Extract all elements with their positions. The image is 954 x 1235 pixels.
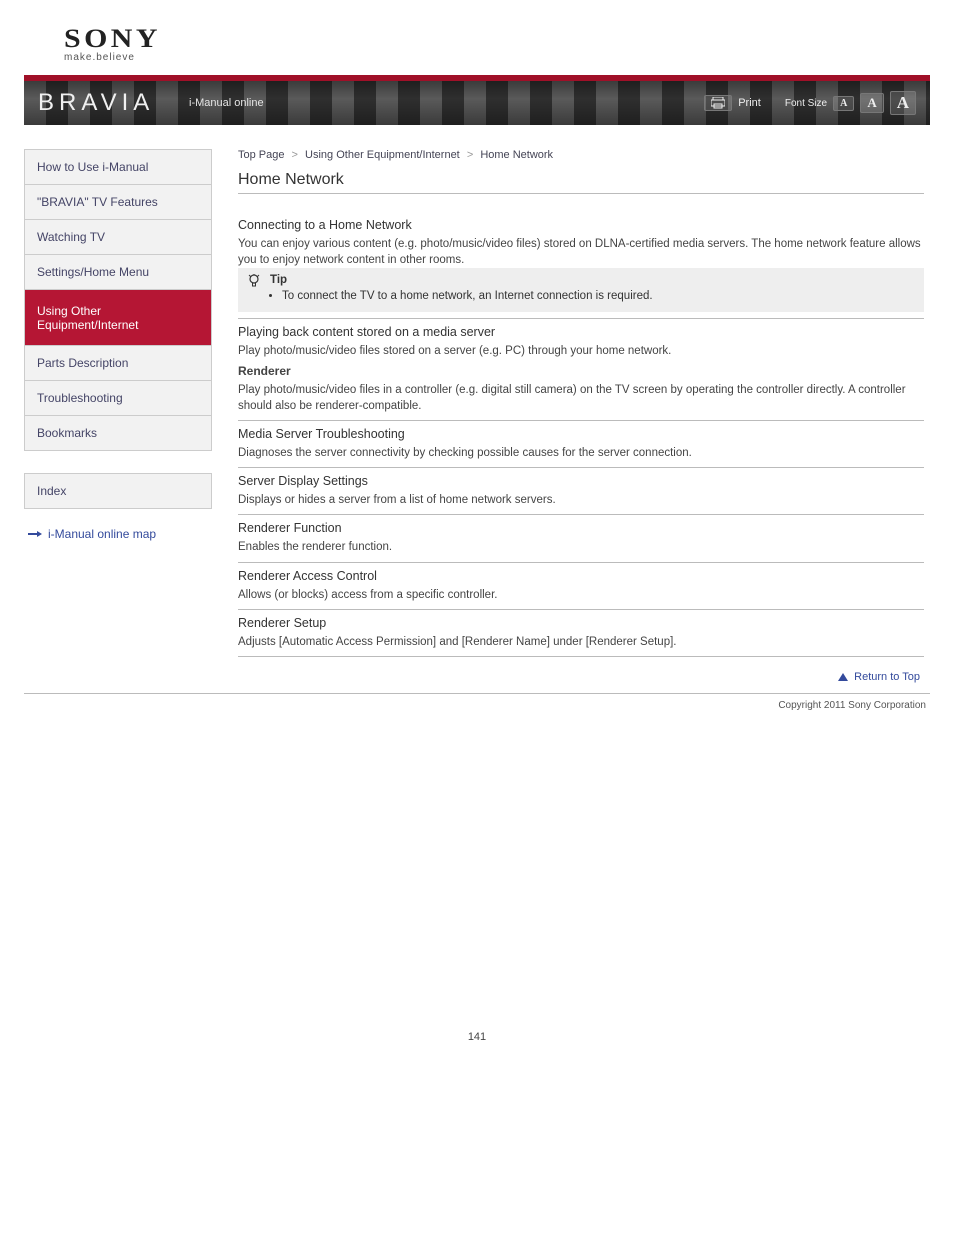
nav-troubleshooting[interactable]: Troubleshooting — [24, 381, 212, 416]
font-size-medium-button[interactable]: A — [860, 93, 883, 113]
breadcrumb-current: Home Network — [480, 149, 553, 161]
product-brand: BRAVIA — [38, 89, 154, 117]
page-title: Home Network — [238, 171, 924, 194]
breadcrumb-sep: > — [467, 149, 473, 161]
topic-item: Playing back content stored on a media s… — [238, 319, 924, 421]
topic-title[interactable]: Renderer Access Control — [238, 569, 924, 583]
breadcrumb-section[interactable]: Using Other Equipment/Internet — [305, 149, 460, 161]
topic-title[interactable]: Server Display Settings — [238, 474, 924, 488]
topic-body: Allows (or blocks) access from a specifi… — [238, 587, 924, 603]
topic-item: Renderer Function Enables the renderer f… — [238, 515, 924, 562]
tip-bullet: To connect the TV to a home network, an … — [282, 290, 914, 302]
return-to-top-link[interactable]: Return to Top — [238, 657, 924, 693]
page-number: 141 — [24, 1031, 930, 1067]
imanual-map-label: i-Manual online map — [48, 527, 156, 541]
topic-title[interactable]: Media Server Troubleshooting — [238, 427, 924, 441]
lightbulb-icon — [248, 274, 260, 291]
topic-item: Renderer Access Control Allows (or block… — [238, 563, 924, 610]
topic-title[interactable]: Renderer Function — [238, 521, 924, 535]
copyright: Copyright 2011 Sony Corporation — [24, 694, 930, 711]
topic-body: Displays or hides a server from a list o… — [238, 492, 924, 508]
main-content: Top Page > Using Other Equipment/Interne… — [238, 149, 930, 693]
topic-title[interactable]: Renderer Setup — [238, 616, 924, 630]
tip-box: Tip To connect the TV to a home network,… — [238, 268, 924, 312]
return-to-top-label: Return to Top — [854, 671, 920, 683]
nav-how-to-use[interactable]: How to Use i-Manual — [24, 150, 212, 185]
font-size-small-button[interactable]: A — [833, 96, 854, 111]
topic-body: You can enjoy various content (e.g. phot… — [238, 236, 924, 268]
topic-subheading: Renderer — [238, 363, 924, 380]
nav-bravia-features[interactable]: "BRAVIA" TV Features — [24, 185, 212, 220]
topic-item: Connecting to a Home Network You can enj… — [238, 212, 924, 319]
nav-settings-home[interactable]: Settings/Home Menu — [24, 255, 212, 290]
topic-body-p2: Play photo/music/video files in a contro… — [238, 382, 924, 414]
breadcrumb: Top Page > Using Other Equipment/Interne… — [238, 149, 924, 161]
imanual-map-link[interactable]: i-Manual online map — [24, 527, 212, 541]
font-size-label: Font Size — [785, 98, 827, 109]
topic-body: Adjusts [Automatic Access Permission] an… — [238, 634, 924, 650]
guide-title: i-Manual online — [189, 97, 264, 109]
nav-other-equipment[interactable]: Using Other Equipment/Internet — [24, 290, 212, 346]
brand-logo-block: SONY make.believe — [64, 24, 930, 63]
print-label: Print — [738, 97, 761, 109]
topic-body: Play photo/music/video files stored on a… — [238, 343, 924, 414]
breadcrumb-top[interactable]: Top Page — [238, 149, 284, 161]
font-size-large-button[interactable]: A — [890, 91, 916, 115]
sony-wordmark: SONY — [64, 24, 161, 54]
nav-index[interactable]: Index — [24, 474, 212, 509]
nav-watching-tv[interactable]: Watching TV — [24, 220, 212, 255]
topic-item: Media Server Troubleshooting Diagnoses t… — [238, 421, 924, 468]
topic-body: Enables the renderer function. — [238, 539, 924, 555]
printer-icon — [711, 97, 725, 109]
sidebar: How to Use i-Manual "BRAVIA" TV Features… — [24, 149, 212, 693]
header-banner: BRAVIA i-Manual online Print Font Size A… — [24, 81, 930, 125]
tip-label: Tip — [270, 274, 914, 286]
breadcrumb-sep: > — [292, 149, 298, 161]
nav-bookmarks[interactable]: Bookmarks — [24, 416, 212, 451]
topic-title[interactable]: Playing back content stored on a media s… — [238, 325, 924, 339]
arrow-right-icon — [28, 530, 42, 538]
arrow-up-icon — [838, 673, 848, 681]
topic-body-p1: Play photo/music/video files stored on a… — [238, 343, 924, 359]
nav-parts-description[interactable]: Parts Description — [24, 346, 212, 381]
topic-body: Diagnoses the server connectivity by che… — [238, 445, 924, 461]
print-button[interactable] — [704, 95, 732, 111]
sony-tagline: make.believe — [64, 52, 930, 63]
topic-title[interactable]: Connecting to a Home Network — [238, 218, 924, 232]
topic-item: Server Display Settings Displays or hide… — [238, 468, 924, 515]
topic-item: Renderer Setup Adjusts [Automatic Access… — [238, 610, 924, 657]
